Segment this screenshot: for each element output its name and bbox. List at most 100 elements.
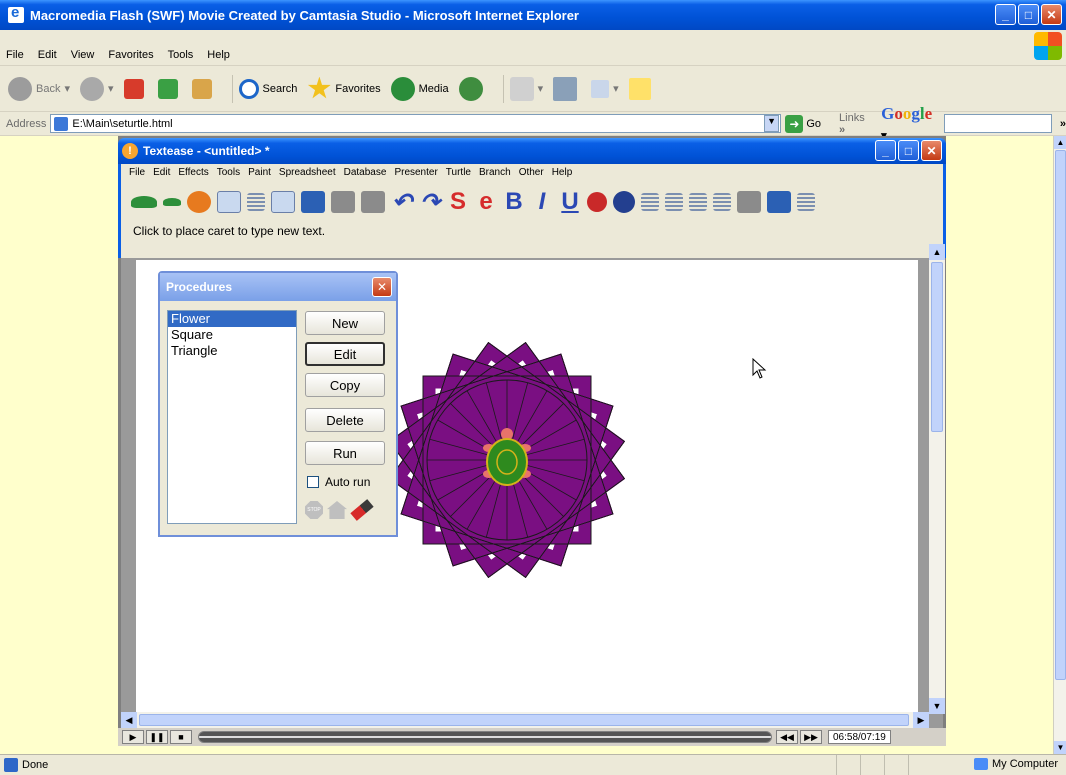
tx-menu-paint[interactable]: Paint <box>248 167 271 178</box>
textease-maximize-button[interactable]: □ <box>898 140 919 161</box>
calendar-icon[interactable] <box>217 191 241 213</box>
zoom-magnifier-icon[interactable] <box>613 191 635 213</box>
toolbar-overflow-chevron[interactable]: » <box>1060 118 1066 130</box>
canvas-scroll-right-button[interactable]: ▶ <box>913 712 929 728</box>
canvas-vertical-scrollbar[interactable]: ▲ ▼ <box>929 244 945 714</box>
canvas-hscroll-thumb[interactable] <box>139 714 909 726</box>
minimize-button[interactable]: _ <box>995 4 1016 25</box>
auto-run-checkbox[interactable]: Auto run <box>307 475 370 489</box>
justify-icon[interactable] <box>713 193 731 211</box>
stop-sign-icon[interactable]: STOP <box>305 501 323 519</box>
messenger-button[interactable] <box>628 77 655 100</box>
tools-wrench-icon[interactable] <box>737 191 761 213</box>
print-icon[interactable] <box>361 191 385 213</box>
align-right-icon[interactable] <box>689 193 707 211</box>
copy-button[interactable]: Copy <box>305 373 385 397</box>
redo-icon[interactable]: ↷ <box>419 189 441 216</box>
turtle-home-icon[interactable] <box>327 501 347 519</box>
back-button[interactable]: Back ▾ <box>8 76 70 101</box>
procedures-close-button[interactable]: ✕ <box>372 277 392 297</box>
save-icon[interactable] <box>301 191 325 213</box>
menu-tools[interactable]: Tools <box>168 49 194 61</box>
seek-track[interactable] <box>198 731 772 743</box>
home-button[interactable] <box>191 78 216 99</box>
spell-check-icon[interactable]: e <box>475 188 497 215</box>
play-button[interactable]: ▶ <box>122 730 144 744</box>
menu-view[interactable]: View <box>71 49 95 61</box>
tx-menu-tools[interactable]: Tools <box>217 167 240 178</box>
scroll-thumb[interactable] <box>1055 150 1066 680</box>
stop-button[interactable] <box>123 78 148 99</box>
open-folder-icon[interactable] <box>331 191 355 213</box>
refresh-button[interactable] <box>157 78 182 99</box>
auto-run-box[interactable] <box>307 476 319 488</box>
align-center-icon[interactable] <box>665 193 683 211</box>
italic-icon[interactable]: I <box>531 188 553 215</box>
tx-menu-file[interactable]: File <box>129 167 145 178</box>
canvas-scroll-down-button[interactable]: ▼ <box>929 698 945 714</box>
columns-icon[interactable] <box>797 193 815 211</box>
colour-fill-icon[interactable] <box>587 192 607 212</box>
edit-word-button[interactable]: ▾ <box>591 79 619 98</box>
tx-menu-presenter[interactable]: Presenter <box>394 167 437 178</box>
zoom-in-turtle-icon[interactable] <box>131 196 157 208</box>
new-button[interactable]: New <box>305 311 385 335</box>
underline-icon[interactable]: U <box>559 188 581 215</box>
pause-button[interactable]: ❚❚ <box>146 730 168 744</box>
tx-menu-edit[interactable]: Edit <box>153 167 170 178</box>
palette-icon[interactable] <box>187 191 211 213</box>
stop-button[interactable]: ■ <box>170 730 192 744</box>
menu-edit[interactable]: Edit <box>38 49 57 61</box>
page-vertical-scrollbar[interactable]: ▲ ▼ <box>1053 136 1066 754</box>
canvas-scroll-left-button[interactable]: ◀ <box>121 712 137 728</box>
text-sort-icon[interactable] <box>247 193 265 211</box>
links-button[interactable]: Links » <box>839 112 873 136</box>
canvas-horizontal-scrollbar[interactable]: ◀ ▶ <box>121 712 929 728</box>
zoom-out-turtle-icon[interactable] <box>163 198 181 206</box>
favorites-button[interactable]: Favorites <box>307 76 381 101</box>
canvas-scroll-up-button[interactable]: ▲ <box>929 244 945 260</box>
run-button[interactable]: Run <box>305 441 385 465</box>
close-button[interactable]: ✕ <box>1041 4 1062 25</box>
address-input[interactable]: E:\Main\seturtle.html <box>50 114 781 133</box>
eraser-icon[interactable] <box>350 499 374 521</box>
tx-menu-other[interactable]: Other <box>519 167 544 178</box>
address-dropdown-button[interactable]: ▼ <box>763 115 780 132</box>
tx-menu-help[interactable]: Help <box>552 167 573 178</box>
textease-close-button[interactable]: ✕ <box>921 140 942 161</box>
media-button[interactable]: Media <box>390 76 449 101</box>
mail-button[interactable]: ▾ <box>509 76 543 101</box>
tx-menu-effects[interactable]: Effects <box>178 167 208 178</box>
print-button[interactable] <box>553 76 581 101</box>
maximize-button[interactable]: □ <box>1018 4 1039 25</box>
tx-menu-spreadsheet[interactable]: Spreadsheet <box>279 167 336 178</box>
network-icon[interactable] <box>767 191 791 213</box>
menu-favorites[interactable]: Favorites <box>108 49 153 61</box>
delete-button[interactable]: Delete <box>305 408 385 432</box>
forward-button[interactable]: ▾ <box>80 76 114 101</box>
fast-forward-button[interactable]: ▶▶ <box>800 730 822 744</box>
go-button[interactable]: ➜ Go <box>785 114 821 133</box>
canvas-scroll-thumb[interactable] <box>931 262 943 432</box>
new-page-icon[interactable] <box>271 191 295 213</box>
bold-icon[interactable]: B <box>503 188 525 215</box>
menu-help[interactable]: Help <box>207 49 230 61</box>
rewind-button[interactable]: ◀◀ <box>776 730 798 744</box>
menu-file[interactable]: File <box>6 49 24 61</box>
google-search-input[interactable] <box>944 114 1052 133</box>
align-left-icon[interactable] <box>641 193 659 211</box>
speech-icon[interactable]: S <box>447 188 469 215</box>
procedure-item-triangle[interactable]: Triangle <box>168 343 296 359</box>
history-button[interactable] <box>458 76 487 101</box>
procedure-list[interactable]: Flower Square Triangle <box>167 310 297 524</box>
scroll-down-button[interactable]: ▼ <box>1054 741 1066 754</box>
textease-minimize-button[interactable]: _ <box>875 140 896 161</box>
undo-icon[interactable]: ↶ <box>391 189 413 216</box>
tx-menu-branch[interactable]: Branch <box>479 167 511 178</box>
scroll-up-button[interactable]: ▲ <box>1054 136 1066 149</box>
procedure-item-square[interactable]: Square <box>168 327 296 343</box>
edit-button[interactable]: Edit <box>305 342 385 366</box>
search-button[interactable]: Search <box>238 78 297 99</box>
tx-menu-database[interactable]: Database <box>344 167 387 178</box>
procedure-item-flower[interactable]: Flower <box>168 311 296 327</box>
